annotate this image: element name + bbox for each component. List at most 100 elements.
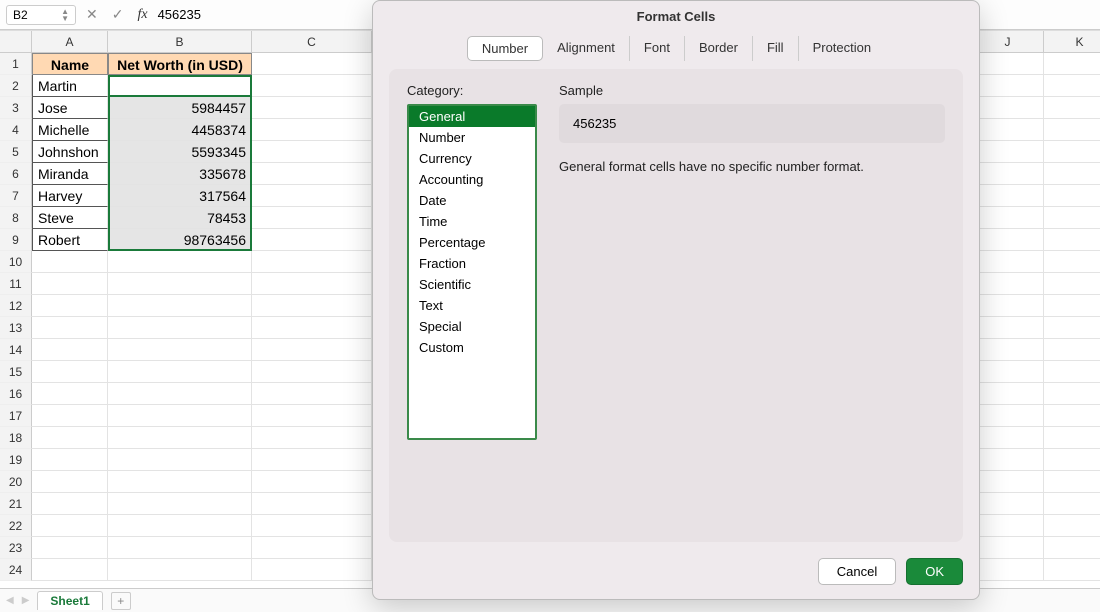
cell[interactable] xyxy=(252,229,372,251)
row-header[interactable]: 3 xyxy=(0,97,32,119)
cell[interactable] xyxy=(1044,97,1100,119)
cell[interactable] xyxy=(1044,449,1100,471)
cell[interactable] xyxy=(108,493,252,515)
dialog-tab-protection[interactable]: Protection xyxy=(799,36,886,61)
category-item[interactable]: Special xyxy=(409,316,535,337)
cell[interactable] xyxy=(32,427,108,449)
cell[interactable] xyxy=(1044,493,1100,515)
cell[interactable] xyxy=(32,449,108,471)
cell[interactable] xyxy=(1044,273,1100,295)
row-header[interactable]: 6 xyxy=(0,163,32,185)
cell[interactable] xyxy=(1044,53,1100,75)
cell[interactable] xyxy=(252,493,372,515)
cell[interactable] xyxy=(108,537,252,559)
cell[interactable] xyxy=(252,317,372,339)
cell[interactable] xyxy=(1044,163,1100,185)
cell[interactable] xyxy=(1044,405,1100,427)
row-header[interactable]: 18 xyxy=(0,427,32,449)
cell[interactable] xyxy=(252,273,372,295)
cell[interactable] xyxy=(32,251,108,273)
cell[interactable] xyxy=(108,471,252,493)
cell[interactable]: Name xyxy=(32,53,108,75)
category-item[interactable]: General xyxy=(409,106,535,127)
category-list[interactable]: GeneralNumberCurrencyAccountingDateTimeP… xyxy=(407,104,537,440)
cell[interactable] xyxy=(252,471,372,493)
accept-formula-icon[interactable]: ✓ xyxy=(108,6,128,23)
cell[interactable] xyxy=(252,75,372,97)
cell[interactable]: Steve xyxy=(32,207,108,229)
category-item[interactable]: Scientific xyxy=(409,274,535,295)
cell[interactable] xyxy=(1044,537,1100,559)
cell[interactable] xyxy=(252,559,372,581)
column-header[interactable]: K xyxy=(1044,31,1100,53)
cell[interactable] xyxy=(32,537,108,559)
cell[interactable] xyxy=(1044,515,1100,537)
cell[interactable]: 4458374 xyxy=(108,119,252,141)
cell[interactable]: Harvey xyxy=(32,185,108,207)
cell[interactable] xyxy=(252,53,372,75)
sheet-tab[interactable]: Sheet1 xyxy=(37,591,102,610)
row-header[interactable]: 22 xyxy=(0,515,32,537)
cell[interactable] xyxy=(108,295,252,317)
row-header[interactable]: 20 xyxy=(0,471,32,493)
row-header[interactable]: 11 xyxy=(0,273,32,295)
row-header[interactable]: 15 xyxy=(0,361,32,383)
cell[interactable] xyxy=(1044,141,1100,163)
category-item[interactable]: Accounting xyxy=(409,169,535,190)
cell[interactable] xyxy=(108,361,252,383)
row-header[interactable]: 12 xyxy=(0,295,32,317)
cell[interactable] xyxy=(32,405,108,427)
cell[interactable] xyxy=(1044,471,1100,493)
dialog-tab-border[interactable]: Border xyxy=(685,36,753,61)
select-all-corner[interactable] xyxy=(0,31,32,53)
cell[interactable]: Martin xyxy=(32,75,108,97)
cell[interactable] xyxy=(252,141,372,163)
cell[interactable]: 5593345 xyxy=(108,141,252,163)
row-header[interactable]: 21 xyxy=(0,493,32,515)
dialog-tab-fill[interactable]: Fill xyxy=(753,36,799,61)
cell[interactable] xyxy=(32,515,108,537)
cell[interactable] xyxy=(972,361,1044,383)
cell[interactable] xyxy=(108,317,252,339)
cell[interactable] xyxy=(972,559,1044,581)
cell[interactable] xyxy=(108,339,252,361)
row-header[interactable]: 7 xyxy=(0,185,32,207)
cell[interactable] xyxy=(972,229,1044,251)
cell[interactable] xyxy=(108,405,252,427)
cell[interactable] xyxy=(252,163,372,185)
column-header[interactable]: C xyxy=(252,31,372,53)
cell[interactable] xyxy=(972,141,1044,163)
cell[interactable] xyxy=(972,119,1044,141)
cell[interactable] xyxy=(252,119,372,141)
cell[interactable] xyxy=(32,361,108,383)
cell[interactable] xyxy=(972,53,1044,75)
column-header[interactable]: B xyxy=(108,31,252,53)
cell[interactable] xyxy=(972,273,1044,295)
cell[interactable] xyxy=(32,295,108,317)
cell[interactable] xyxy=(972,537,1044,559)
cell[interactable] xyxy=(108,449,252,471)
cell[interactable] xyxy=(252,97,372,119)
cell[interactable] xyxy=(972,163,1044,185)
cell[interactable]: 456235 xyxy=(108,75,252,97)
cell[interactable] xyxy=(32,559,108,581)
cell[interactable] xyxy=(972,449,1044,471)
cell[interactable]: Michelle xyxy=(32,119,108,141)
cell[interactable] xyxy=(252,207,372,229)
column-header[interactable]: A xyxy=(32,31,108,53)
category-item[interactable]: Date xyxy=(409,190,535,211)
cell[interactable]: 317564 xyxy=(108,185,252,207)
cell[interactable] xyxy=(1044,361,1100,383)
cell[interactable] xyxy=(108,559,252,581)
cell[interactable] xyxy=(1044,339,1100,361)
cell[interactable]: Robert xyxy=(32,229,108,251)
cell[interactable] xyxy=(1044,295,1100,317)
sheet-nav-prev-icon[interactable]: ◀ xyxy=(6,595,14,606)
cell[interactable]: 335678 xyxy=(108,163,252,185)
row-header[interactable]: 23 xyxy=(0,537,32,559)
row-header[interactable]: 5 xyxy=(0,141,32,163)
category-item[interactable]: Percentage xyxy=(409,232,535,253)
cell[interactable] xyxy=(972,515,1044,537)
cell[interactable] xyxy=(252,339,372,361)
column-header[interactable]: J xyxy=(972,31,1044,53)
